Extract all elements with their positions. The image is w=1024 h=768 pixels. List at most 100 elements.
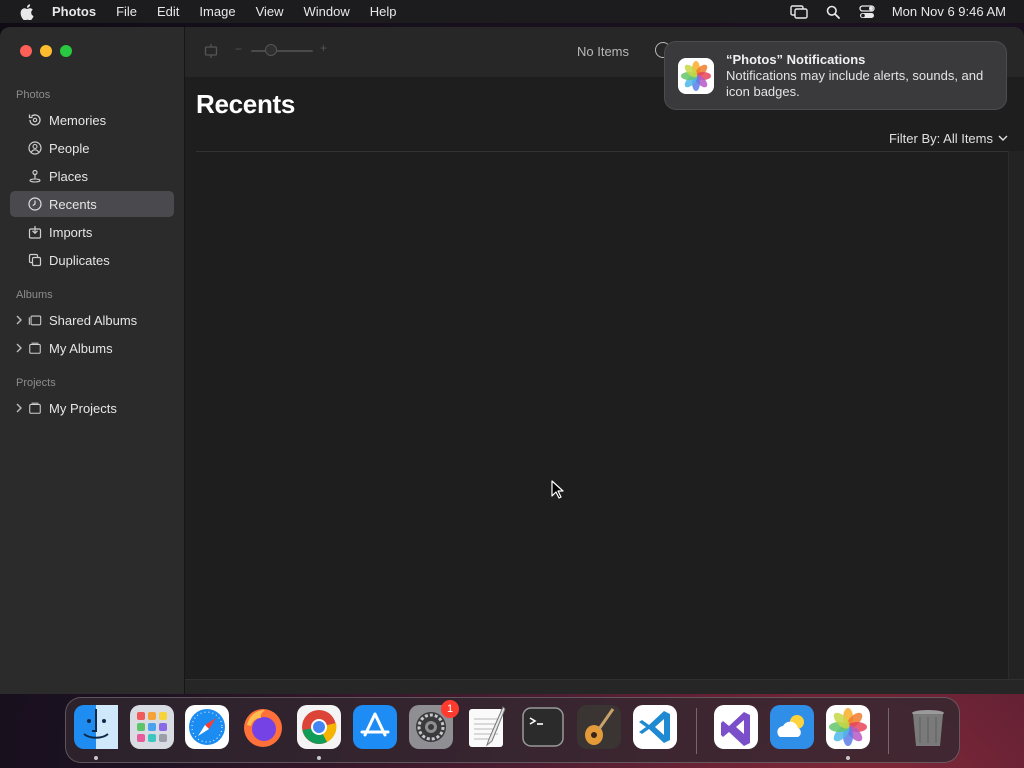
dock-trash[interactable] bbox=[906, 705, 950, 749]
dock-visual-studio[interactable] bbox=[714, 705, 758, 749]
menu-app-photos[interactable]: Photos bbox=[52, 0, 96, 23]
zoom-in-icon[interactable]: + bbox=[320, 41, 327, 55]
sidebar-item-my-projects[interactable]: My Projects bbox=[10, 395, 174, 421]
dock-separator bbox=[888, 708, 889, 754]
item-count-status: No Items bbox=[577, 44, 630, 59]
zoom-out-icon[interactable]: − bbox=[235, 42, 242, 56]
notification-banner[interactable]: “Photos” Notifications Notifications may… bbox=[664, 41, 1007, 110]
sidebar-item-duplicates[interactable]: Duplicates bbox=[10, 247, 174, 273]
running-indicator bbox=[846, 756, 850, 760]
sidebar-item-label: Places bbox=[49, 168, 89, 184]
sidebar-item-my-albums[interactable]: My Albums bbox=[10, 335, 174, 361]
weather-icon bbox=[770, 705, 814, 749]
dock-garageband[interactable] bbox=[577, 705, 621, 749]
notification-badge: 1 bbox=[441, 700, 459, 718]
menu-image[interactable]: Image bbox=[199, 0, 235, 23]
launchpad-icon bbox=[130, 705, 174, 749]
firefox-icon bbox=[244, 709, 282, 747]
dock-terminal[interactable] bbox=[521, 705, 565, 749]
dock-chrome[interactable] bbox=[297, 705, 341, 749]
screen-mirroring-icon[interactable] bbox=[790, 4, 808, 20]
sidebar-item-memories[interactable]: Memories bbox=[10, 107, 174, 133]
dock-vscode[interactable] bbox=[633, 705, 677, 749]
menubar-clock[interactable]: Mon Nov 6 9:46 AM bbox=[892, 4, 1006, 19]
sidebar-item-people[interactable]: People bbox=[10, 135, 174, 161]
spotlight-search-icon[interactable] bbox=[824, 4, 842, 20]
fullscreen-window-button[interactable] bbox=[60, 45, 72, 57]
menu-view[interactable]: View bbox=[256, 0, 284, 23]
recents-icon bbox=[28, 197, 42, 211]
sidebar-item-places[interactable]: Places bbox=[10, 163, 174, 189]
dock-textedit[interactable] bbox=[465, 705, 509, 749]
dock-app-store[interactable] bbox=[353, 705, 397, 749]
sidebar-item-label: Recents bbox=[49, 196, 97, 212]
mouse-pointer-icon bbox=[551, 480, 564, 499]
finder-icon bbox=[74, 705, 118, 749]
control-center-icon[interactable] bbox=[858, 4, 876, 20]
zoom-slider-knob[interactable] bbox=[265, 44, 277, 56]
zoom-slider-track[interactable] bbox=[251, 50, 313, 52]
chevron-down-icon bbox=[998, 135, 1008, 141]
dock-firefox[interactable] bbox=[241, 705, 285, 749]
chevron-right-icon[interactable] bbox=[15, 403, 23, 413]
dock: 1 bbox=[65, 697, 960, 763]
sidebar-item-shared-albums[interactable]: Shared Albums bbox=[10, 307, 174, 333]
window-controls bbox=[20, 45, 72, 57]
memories-icon bbox=[28, 113, 42, 127]
safari-icon bbox=[185, 705, 229, 749]
my-projects-icon bbox=[28, 401, 42, 415]
photos-window: Photos Memories People Places Recents Im… bbox=[0, 27, 1024, 694]
people-icon bbox=[28, 141, 42, 155]
sidebar-section-albums: Albums bbox=[16, 289, 53, 301]
visual-studio-icon bbox=[714, 705, 758, 749]
sidebar-item-label: Imports bbox=[49, 224, 93, 240]
garageband-icon bbox=[577, 705, 621, 749]
dock-safari[interactable] bbox=[185, 705, 229, 749]
dock-system-settings[interactable]: 1 bbox=[409, 700, 459, 749]
trash-icon bbox=[912, 710, 944, 746]
sidebar-item-label: Shared Albums bbox=[49, 312, 138, 328]
dock-photos[interactable] bbox=[826, 705, 870, 749]
chevron-right-icon[interactable] bbox=[15, 315, 23, 325]
app-store-icon bbox=[353, 705, 397, 749]
notification-title: “Photos” Notifications bbox=[726, 52, 866, 67]
sidebar-item-recents[interactable]: Recents bbox=[10, 191, 174, 217]
dock-launchpad[interactable] bbox=[130, 705, 174, 749]
menu-file[interactable]: File bbox=[116, 0, 137, 23]
sidebar-item-label: My Projects bbox=[49, 400, 117, 416]
running-indicator bbox=[317, 756, 321, 760]
vscode-icon bbox=[633, 705, 677, 749]
main-content: − + No Items Recents Filter By: All Item… bbox=[185, 27, 1024, 694]
content-divider bbox=[196, 151, 1008, 152]
my-albums-icon bbox=[28, 341, 42, 355]
dock-weather[interactable] bbox=[770, 705, 814, 749]
menu-window[interactable]: Window bbox=[304, 0, 350, 23]
filter-label: Filter By: All Items bbox=[888, 131, 993, 146]
minimize-window-button[interactable] bbox=[40, 45, 52, 57]
sidebar-item-imports[interactable]: Imports bbox=[10, 219, 174, 245]
sidebar-item-label: Memories bbox=[49, 112, 107, 128]
imports-icon bbox=[28, 225, 42, 239]
close-window-button[interactable] bbox=[20, 45, 32, 57]
menu-bar: Photos File Edit Image View Window Help … bbox=[0, 0, 1024, 23]
sidebar: Photos Memories People Places Recents Im… bbox=[0, 27, 185, 694]
apple-logo-icon[interactable] bbox=[20, 3, 34, 20]
sidebar-item-label: My Albums bbox=[49, 340, 113, 356]
notification-body: Notifications may include alerts, sounds… bbox=[726, 68, 984, 99]
duplicates-icon bbox=[28, 253, 42, 267]
rotate-icon[interactable] bbox=[203, 43, 219, 64]
menu-help[interactable]: Help bbox=[370, 0, 397, 23]
terminal-icon bbox=[522, 707, 564, 747]
filter-dropdown[interactable]: Filter By: All Items bbox=[889, 131, 1008, 146]
running-indicator bbox=[94, 756, 98, 760]
dock-finder[interactable] bbox=[74, 705, 118, 749]
dock-separator bbox=[696, 708, 697, 754]
menu-edit[interactable]: Edit bbox=[157, 0, 179, 23]
vertical-scrollbar[interactable] bbox=[1008, 151, 1024, 679]
shared-albums-icon bbox=[28, 313, 42, 327]
photos-icon bbox=[826, 705, 870, 749]
sidebar-section-projects: Projects bbox=[16, 377, 56, 389]
chevron-right-icon[interactable] bbox=[15, 343, 23, 353]
places-icon bbox=[28, 169, 42, 183]
sidebar-item-label: Duplicates bbox=[49, 252, 110, 268]
